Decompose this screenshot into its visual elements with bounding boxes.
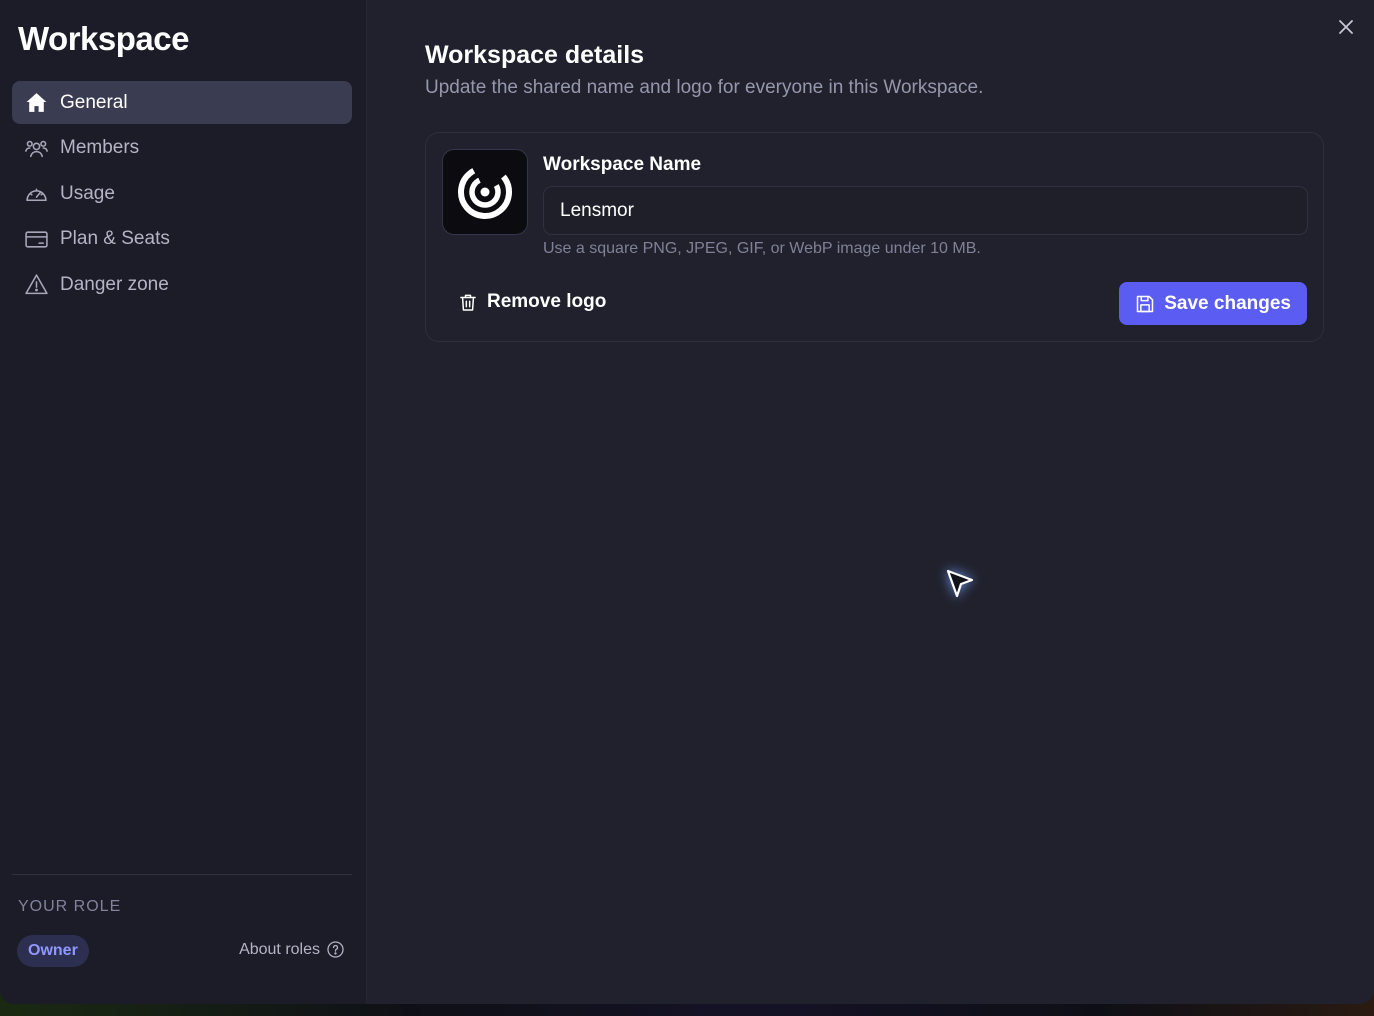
workspace-logo[interactable] xyxy=(442,149,528,235)
save-changes-button[interactable]: Save changes xyxy=(1119,282,1307,325)
about-roles-link[interactable]: About roles xyxy=(239,940,345,959)
save-changes-label: Save changes xyxy=(1164,292,1291,314)
members-icon xyxy=(23,135,49,161)
sidebar-item-danger-zone[interactable]: Danger zone xyxy=(12,263,352,306)
lensmor-logo-icon xyxy=(458,165,512,219)
sidebar-item-label: Usage xyxy=(60,182,115,204)
gauge-icon xyxy=(23,181,49,207)
sidebar-item-label: Members xyxy=(60,137,140,158)
trash-icon xyxy=(458,292,478,313)
sidebar-item-plan-seats[interactable]: Plan & Seats xyxy=(12,218,352,261)
workspace-name-input[interactable] xyxy=(543,186,1308,235)
sidebar-nav: General Members Usage Plan & Seats Dange… xyxy=(12,81,352,309)
page-subtitle: Update the shared name and logo for ever… xyxy=(425,77,984,98)
sidebar-item-label: Danger zone xyxy=(60,273,169,295)
home-icon xyxy=(23,90,49,116)
role-label: YOUR ROLE xyxy=(18,898,122,915)
workspace-name-label: Workspace Name xyxy=(543,154,702,175)
remove-logo-label: Remove logo xyxy=(487,291,607,312)
sidebar-item-general[interactable]: General xyxy=(12,81,352,124)
main-panel: Workspace details Update the shared name… xyxy=(367,0,1374,1004)
close-icon xyxy=(1339,20,1353,34)
workspace-details-card: Workspace Name Use a square PNG, JPEG, G… xyxy=(425,132,1324,342)
page-title: Workspace details xyxy=(425,41,645,69)
help-circle-icon xyxy=(326,940,345,959)
sidebar: Workspace General Members Usage Plan & S… xyxy=(0,0,367,1004)
sidebar-title: Workspace xyxy=(18,20,189,57)
sidebar-item-usage[interactable]: Usage xyxy=(12,172,352,215)
sidebar-item-members[interactable]: Members xyxy=(12,127,352,170)
credit-card-icon xyxy=(23,226,49,252)
logo-hint: Use a square PNG, JPEG, GIF, or WebP ima… xyxy=(543,240,981,257)
remove-logo-button[interactable]: Remove logo xyxy=(458,291,606,313)
mouse-pointer-icon xyxy=(946,569,974,598)
about-roles-label: About roles xyxy=(239,940,320,958)
sidebar-item-label: General xyxy=(60,91,128,113)
workspace-settings-modal: Workspace General Members Usage Plan & S… xyxy=(0,0,1374,1004)
warning-icon xyxy=(23,272,49,298)
sidebar-divider xyxy=(12,874,352,875)
role-badge: Owner xyxy=(17,935,89,967)
save-icon xyxy=(1135,294,1155,314)
close-button[interactable] xyxy=(1336,17,1356,37)
sidebar-item-label: Plan & Seats xyxy=(60,228,170,249)
